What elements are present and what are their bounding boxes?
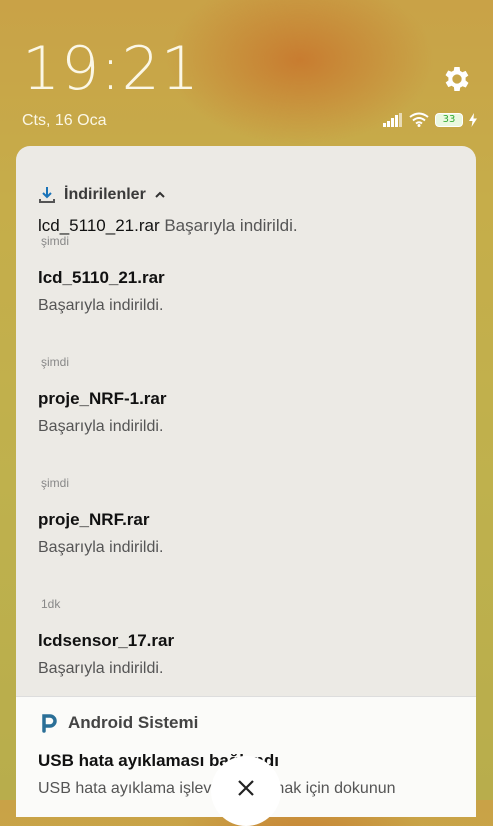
download-item-time: şimdi bbox=[41, 476, 70, 490]
system-app-name: Android Sistemi bbox=[68, 713, 199, 732]
status-bar: 33 bbox=[383, 112, 477, 127]
download-item-title[interactable]: lcdsensor_17.rar bbox=[38, 631, 174, 651]
downloads-header[interactable]: İndirilenler bbox=[38, 186, 166, 204]
download-item-time: şimdi bbox=[41, 355, 70, 369]
signal-icon bbox=[383, 112, 402, 127]
download-icon bbox=[39, 187, 55, 203]
download-item-text: Başarıyla indirildi. bbox=[38, 418, 164, 435]
download-item-title[interactable]: proje_NRF-1.rar bbox=[38, 389, 166, 409]
wifi-icon bbox=[409, 112, 429, 127]
summary-time: şimdi bbox=[41, 234, 70, 248]
download-item-text: Başarıyla indirildi. bbox=[38, 297, 164, 314]
download-item-text: Başarıyla indirildi. bbox=[38, 539, 164, 556]
download-item-text: Başarıyla indirildi. bbox=[38, 660, 164, 677]
downloads-app-name: İndirilenler bbox=[64, 186, 146, 203]
android-system-icon bbox=[42, 714, 57, 733]
download-item-title[interactable]: lcd_5110_21.rar bbox=[38, 268, 165, 288]
downloads-summary: lcd_5110_21.rar Başarıyla indirildi. bbox=[38, 216, 298, 236]
gear-icon[interactable] bbox=[441, 63, 473, 95]
download-item-time: 1dk bbox=[41, 597, 61, 611]
system-header: Android Sistemi bbox=[38, 713, 198, 733]
date-label: Cts, 16 Oca bbox=[22, 112, 107, 129]
download-item-title[interactable]: proje_NRF.rar bbox=[38, 510, 149, 530]
summary-text: Başarıyla indirildi. bbox=[164, 216, 298, 235]
clock: 19:21 bbox=[22, 34, 200, 104]
summary-title: lcd_5110_21.rar bbox=[38, 216, 160, 235]
charging-icon bbox=[469, 112, 477, 127]
battery-icon: 33 bbox=[435, 112, 463, 127]
chevron-up-icon[interactable] bbox=[154, 189, 166, 201]
close-icon bbox=[238, 780, 254, 796]
clear-all-button[interactable] bbox=[211, 756, 281, 826]
